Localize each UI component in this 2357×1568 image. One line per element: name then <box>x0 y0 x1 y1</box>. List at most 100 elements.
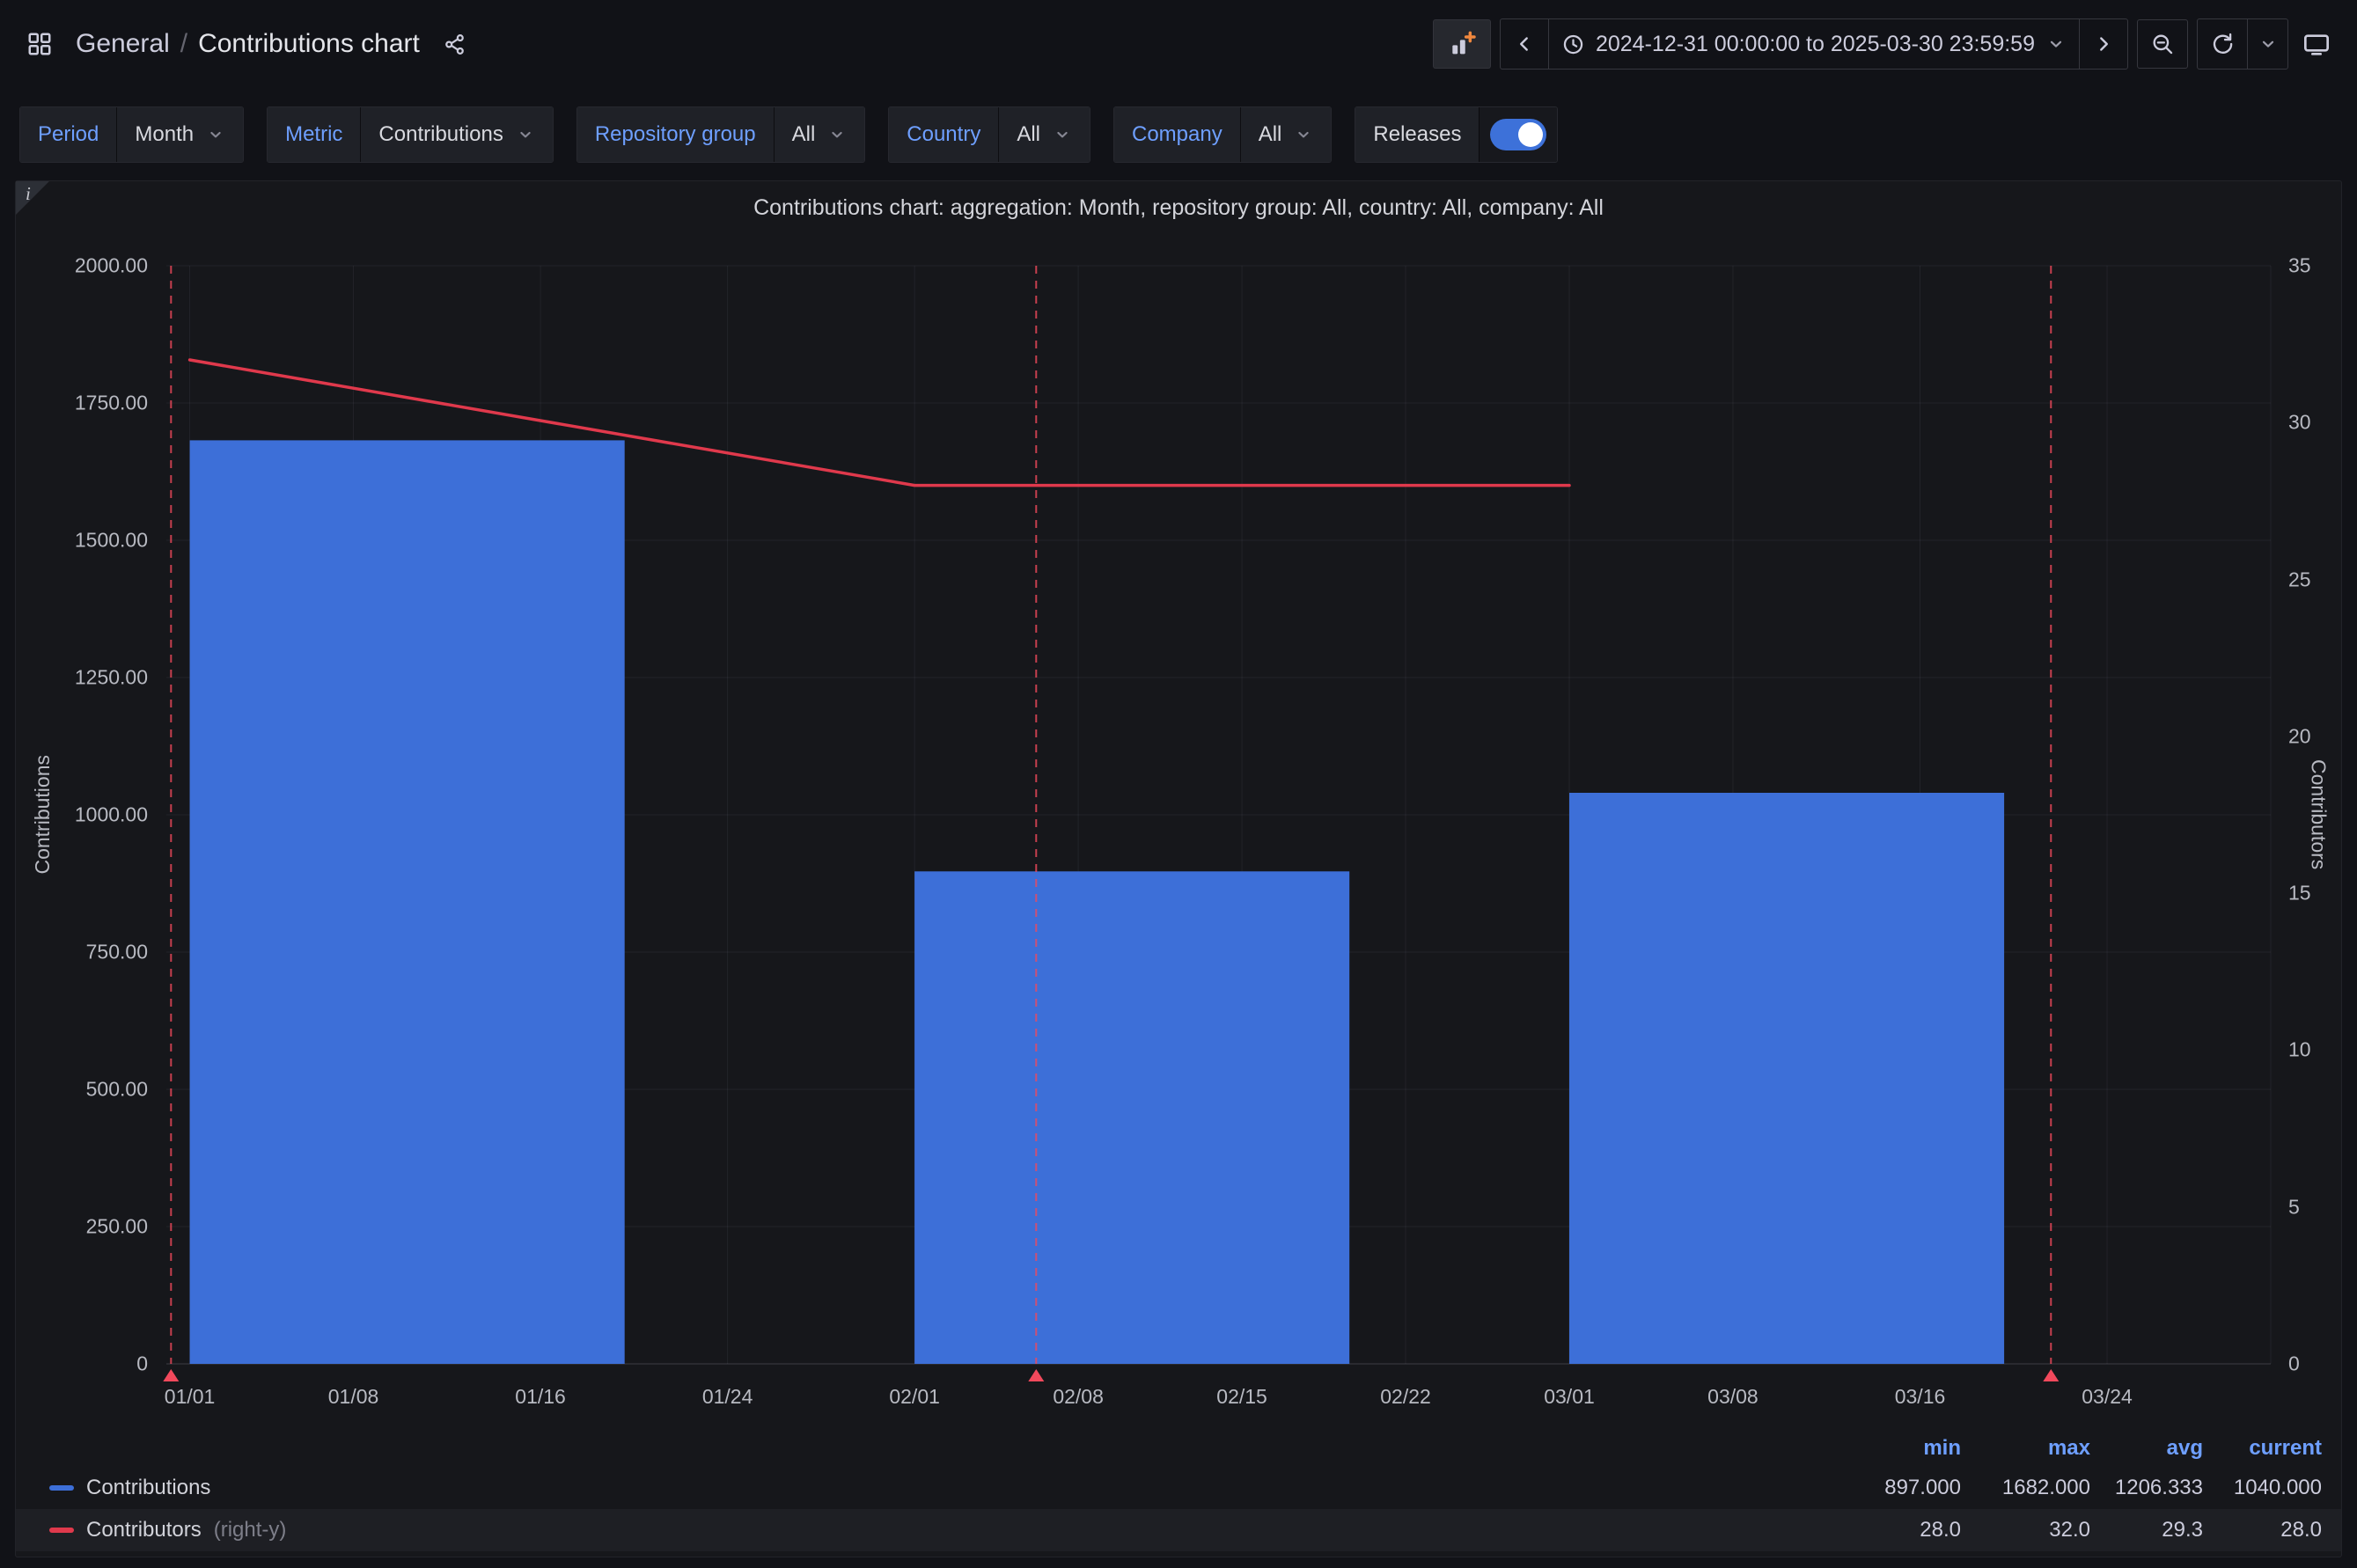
filter-metric-dropdown[interactable]: Contributions <box>360 107 552 162</box>
y-axis-tick-left: 500.00 <box>16 1080 148 1100</box>
time-shift-back-button[interactable] <box>1501 19 1548 69</box>
y-axis-tick-right: 35 <box>2288 256 2311 276</box>
y-axis-tick-left: 750.00 <box>16 942 148 963</box>
filter-company-dropdown[interactable]: All <box>1240 107 1332 162</box>
x-axis-tick: 03/01 <box>1544 1387 1595 1407</box>
filter-metric-value: Contributions <box>378 122 503 147</box>
x-axis-tick: 02/15 <box>1216 1387 1267 1407</box>
y-axis-tick-right: 10 <box>2288 1040 2311 1060</box>
legend-stat-current: 28.0 <box>2203 1518 2322 1542</box>
x-axis-tick: 01/01 <box>165 1387 216 1407</box>
y-axis-tick-left: 250.00 <box>16 1217 148 1237</box>
chevron-down-icon <box>827 125 847 144</box>
y-axis-tick-right: 5 <box>2288 1197 2300 1217</box>
chart-area: Contributions Contributors 2000.00 1750.0… <box>16 181 2341 1557</box>
time-range-picker-button[interactable]: 2024-12-31 00:00:00 to 2025-03-30 23:59:… <box>1548 19 2079 69</box>
x-axis-tick: 01/16 <box>515 1387 566 1407</box>
dashboards-grid-icon-button[interactable] <box>21 26 58 62</box>
legend-column-header-current[interactable]: current <box>2203 1436 2322 1461</box>
filter-repository-group-dropdown[interactable]: All <box>774 107 865 162</box>
time-shift-forward-button[interactable] <box>2079 19 2127 69</box>
filter-period-dropdown[interactable]: Month <box>116 107 243 162</box>
x-axis-tick: 01/24 <box>702 1387 753 1407</box>
filter-country-label[interactable]: Country <box>889 107 998 162</box>
plot-canvas <box>166 266 2271 1387</box>
legend-column-header-min[interactable]: min <box>1829 1436 1961 1461</box>
legend: minmaxavgcurrentContributions897.0001682… <box>16 1430 2341 1551</box>
y-axis-tick-right: 30 <box>2288 413 2311 433</box>
legend-series-name: Contributors <box>86 1518 202 1542</box>
legend-stat-min: 897.000 <box>1829 1476 1961 1500</box>
y-axis-tick-right: 25 <box>2288 569 2311 590</box>
time-picker-group: 2024-12-31 00:00:00 to 2025-03-30 23:59:… <box>1500 18 2128 70</box>
y-axis-tick-left: 1750.00 <box>16 393 148 414</box>
legend-stat-max: 32.0 <box>1961 1518 2090 1542</box>
legend-series-toggle[interactable]: Contributors(right-y) <box>49 1518 1829 1542</box>
y-axis-tick-left: 1500.00 <box>16 531 148 551</box>
legend-column-header-max[interactable]: max <box>1961 1436 2090 1461</box>
chevron-down-icon <box>206 125 225 144</box>
legend-stat-current: 1040.000 <box>2203 1476 2322 1500</box>
y-axis-tick-right: 20 <box>2288 726 2311 746</box>
add-panel-icon <box>1448 30 1476 58</box>
add-panel-button[interactable] <box>1433 19 1491 69</box>
legend-series-name: Contributions <box>86 1476 210 1500</box>
y-axis-tick-left: 2000.00 <box>16 256 148 276</box>
chevron-right-icon <box>2092 33 2115 55</box>
x-axis-tick: 02/22 <box>1380 1387 1431 1407</box>
x-axis-tick: 02/01 <box>889 1387 940 1407</box>
dashboards-grid-icon <box>26 31 53 57</box>
breadcrumb-folder[interactable]: General <box>76 29 170 59</box>
releases-toggle-container <box>1479 107 1557 162</box>
share-dashboard-button[interactable] <box>437 27 472 62</box>
refresh-icon <box>2210 32 2235 56</box>
zoom-out-time-button[interactable] <box>2137 19 2188 69</box>
legend-stat-avg: 29.3 <box>2090 1518 2203 1542</box>
filter-period-value: Month <box>135 122 194 147</box>
filter-repository-group: Repository group All <box>576 106 865 163</box>
contributions-bar-2025-03 <box>1569 793 2004 1364</box>
y-axis-tick-right: 0 <box>2288 1354 2300 1374</box>
breadcrumb-dashboard-title: Contributions chart <box>198 29 420 59</box>
refresh-button[interactable] <box>2198 19 2247 69</box>
top-nav: General / Contributions chart <box>0 0 2357 88</box>
chevron-down-icon <box>2045 33 2067 55</box>
filter-company: Company All <box>1113 106 1332 163</box>
refresh-interval-dropdown[interactable] <box>2247 19 2287 69</box>
x-axis-tick: 03/16 <box>1895 1387 1946 1407</box>
legend-row-contributors: Contributors(right-y)28.032.029.328.0 <box>16 1509 2341 1551</box>
legend-series-color-icon <box>49 1528 74 1533</box>
cycle-view-mode-button[interactable] <box>2297 25 2336 63</box>
legend-stat-min: 28.0 <box>1829 1518 1961 1542</box>
release-annotation-marker-icon[interactable] <box>2043 1369 2059 1381</box>
filter-period: Period Month <box>19 106 244 163</box>
filter-period-label[interactable]: Period <box>20 107 116 162</box>
legend-series-toggle[interactable]: Contributions <box>49 1476 1829 1500</box>
chevron-down-icon <box>2258 33 2279 55</box>
filter-metric-label[interactable]: Metric <box>268 107 360 162</box>
contributions-bar-2025-01 <box>190 440 625 1364</box>
y-axis-tick-right: 15 <box>2288 883 2311 904</box>
filter-releases: Releases <box>1355 106 1558 163</box>
filter-company-label[interactable]: Company <box>1114 107 1240 162</box>
breadcrumb-separator: / <box>180 29 187 59</box>
refresh-group <box>2197 18 2288 70</box>
legend-stat-avg: 1206.333 <box>2090 1476 2203 1500</box>
contributions-chart-panel: i Contributions chart: aggregation: Mont… <box>15 180 2342 1557</box>
contributions-bar-2025-02 <box>914 871 1349 1364</box>
releases-toggle[interactable] <box>1490 119 1546 150</box>
legend-row-contributions: Contributions897.0001682.0001206.3331040… <box>16 1467 2341 1509</box>
x-axis-tick: 01/08 <box>328 1387 379 1407</box>
release-annotation-marker-icon[interactable] <box>163 1369 179 1381</box>
filter-repository-group-value: All <box>792 122 816 147</box>
releases-label: Releases <box>1355 107 1479 162</box>
filter-country-dropdown[interactable]: All <box>998 107 1090 162</box>
filter-country-value: All <box>1017 122 1040 147</box>
y-axis-tick-left: 1250.00 <box>16 668 148 688</box>
x-axis-tick: 03/24 <box>2082 1387 2133 1407</box>
filter-repository-group-label[interactable]: Repository group <box>577 107 774 162</box>
chevron-down-icon <box>1053 125 1072 144</box>
release-annotation-marker-icon[interactable] <box>1028 1369 1044 1381</box>
legend-column-header-avg[interactable]: avg <box>2090 1436 2203 1461</box>
toggle-knob <box>1518 122 1543 147</box>
